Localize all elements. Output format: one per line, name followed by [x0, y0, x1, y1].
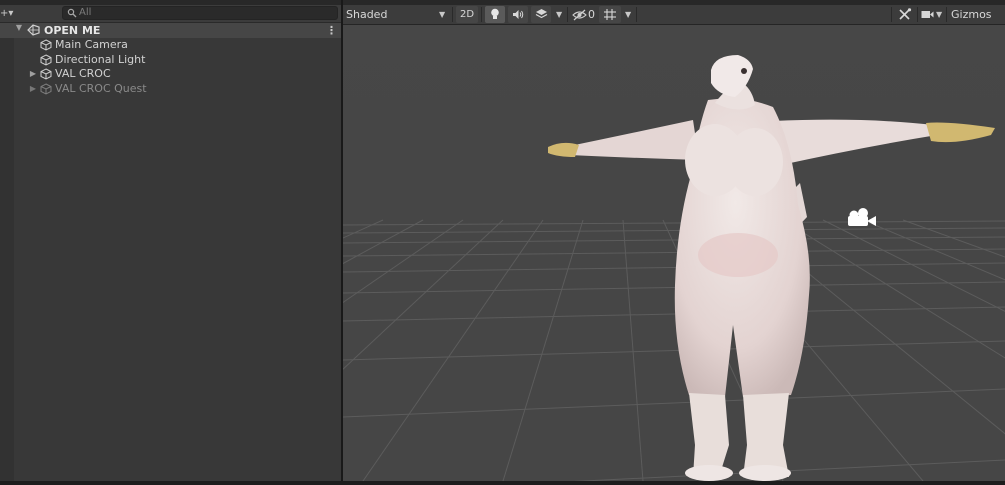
expand-arrow-icon[interactable]: ▶ — [28, 81, 38, 96]
toolbar-separator — [917, 7, 918, 22]
toolbar-separator — [452, 7, 453, 22]
gameobject-cube-icon — [40, 54, 52, 66]
scene-render — [343, 25, 1005, 481]
bottom-panel-edge — [0, 481, 1005, 485]
toolbar-separator — [567, 7, 568, 22]
tools-icon — [899, 8, 912, 20]
lighting-bulb-icon — [491, 8, 499, 19]
hierarchy-item-label: Directional Light — [55, 53, 146, 66]
expand-arrow-icon[interactable]: ▶ — [28, 66, 38, 81]
hierarchy-gutter — [0, 38, 14, 481]
hierarchy-item-label: Main Camera — [55, 38, 128, 51]
toolbar-separator — [946, 7, 947, 22]
toolbar-separator — [891, 7, 892, 22]
camera-icon — [921, 11, 934, 18]
chevron-down-icon: ▼ — [439, 10, 446, 19]
hierarchy-item-val-croc-quest[interactable]: ▶ VAL CROC Quest — [14, 81, 341, 96]
grid-snap-icon — [604, 9, 616, 20]
hidden-objects-toggle[interactable]: 0 — [571, 5, 597, 24]
hierarchy-item-directional-light[interactable]: Directional Light — [14, 52, 341, 67]
hierarchy-item-val-croc[interactable]: ▶ VAL CROC — [14, 66, 341, 81]
2d-toggle-button[interactable]: 2D — [456, 6, 478, 23]
gizmos-dropdown[interactable]: Gizmos — [948, 5, 1005, 24]
hierarchy-item-main-camera[interactable]: Main Camera — [14, 37, 341, 52]
draw-mode-dropdown[interactable]: Shaded ▼ — [343, 5, 451, 24]
hidden-eye-icon — [572, 9, 587, 21]
effects-dropdown-arrow[interactable]: ▼ — [556, 5, 562, 24]
grid-dropdown-arrow[interactable]: ▼ — [625, 5, 631, 24]
draw-mode-label: Shaded — [346, 8, 388, 21]
hidden-count: 0 — [588, 8, 595, 21]
lighting-toggle-button[interactable] — [485, 6, 505, 23]
create-button[interactable]: +▾ — [0, 5, 16, 22]
kebab-menu-icon[interactable]: ⋮ — [326, 23, 337, 38]
scene-foldout-arrow[interactable]: ▼ — [14, 23, 24, 38]
gameobject-cube-icon — [40, 68, 52, 80]
unity-scene-icon — [27, 24, 40, 36]
gizmos-label: Gizmos — [951, 8, 992, 21]
scene-viewport[interactable] — [343, 25, 1005, 481]
effects-toggle-button[interactable] — [531, 6, 551, 23]
search-icon — [67, 8, 77, 18]
audio-speaker-icon — [513, 10, 524, 19]
audio-toggle-button[interactable] — [508, 6, 528, 23]
hierarchy-item-label: VAL CROC Quest — [55, 82, 147, 95]
scene-name: OPEN ME — [44, 24, 101, 37]
grid-toggle-button[interactable] — [599, 6, 621, 23]
toolbar-separator — [636, 7, 637, 22]
hierarchy-search-field[interactable]: All — [62, 6, 338, 20]
search-placeholder: All — [79, 7, 92, 18]
effects-layers-icon — [535, 9, 547, 19]
camera-settings-button[interactable]: ▼ — [920, 5, 946, 24]
chevron-down-icon: ▼ — [936, 10, 943, 19]
toolbar-separator — [481, 7, 482, 22]
tools-button[interactable] — [895, 5, 915, 24]
gameobject-cube-icon — [40, 39, 52, 51]
hierarchy-item-label: VAL CROC — [55, 67, 111, 80]
gameobject-cube-icon — [40, 83, 52, 95]
